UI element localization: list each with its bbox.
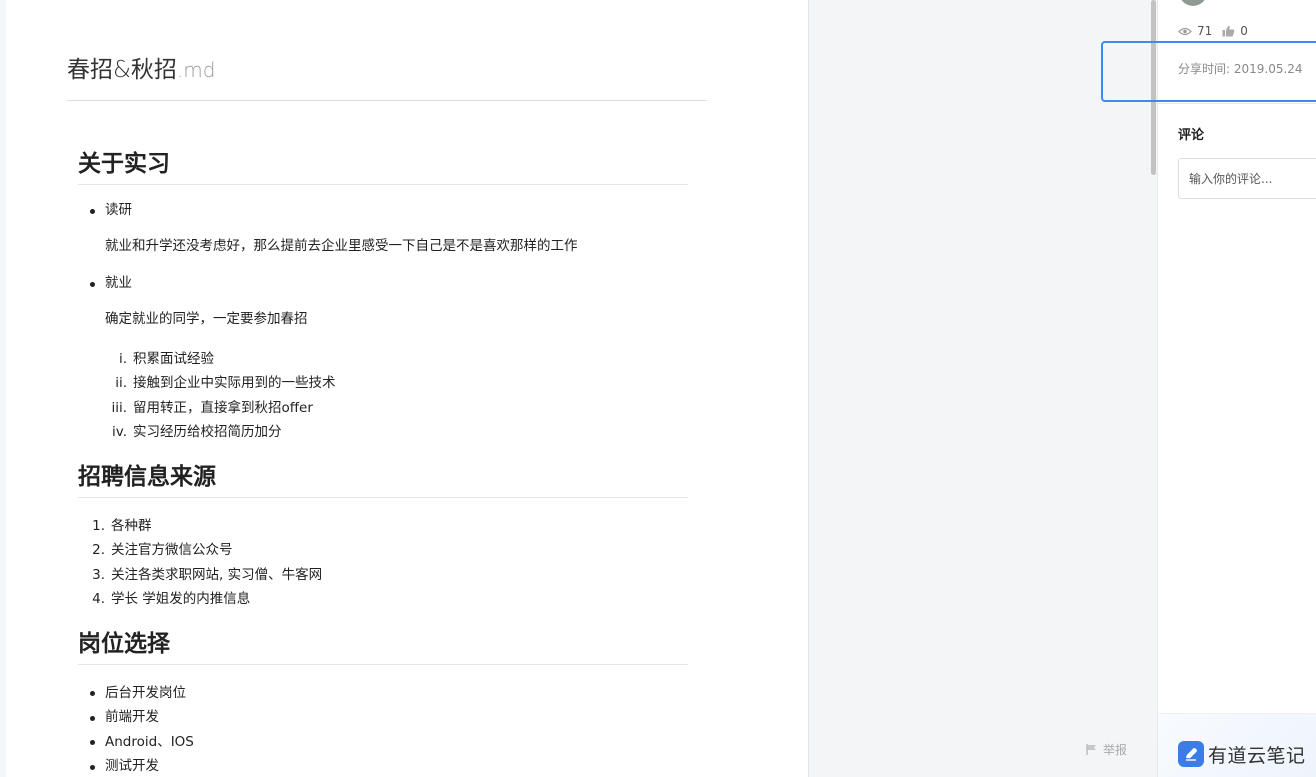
list-number: i. [118, 350, 127, 367]
thumbs-up-icon[interactable] [1222, 25, 1235, 37]
paragraph: 确定就业的同学，一定要参加春招 [105, 310, 308, 327]
list-item: 3. 关注各类求职网站, 实习僧、牛客网 [78, 563, 688, 588]
list-item: 后台开发岗位 [78, 681, 688, 706]
document-body: 关于实习 读研 就业和升学还没考虑好，那么提前去企业里感受一下自己是不是喜欢那样… [78, 148, 688, 777]
brand-name: 有道云笔记 [1208, 745, 1306, 767]
list-text: 关注官方微信公众号 [111, 542, 233, 559]
list-number: iii. [111, 399, 127, 416]
comments-title: 评论 [1178, 128, 1205, 143]
ordered-list: 1. 各种群 2. 关注官方微信公众号 3. 关注各类求职网站, 实习僧、牛客网 4.… [78, 514, 688, 612]
list-item: ii. 接触到企业中实际用到的一些技术 [78, 371, 688, 396]
list-number: 2. [92, 542, 105, 559]
list-text: 关注各类求职网站, 实习僧、牛客网 [111, 566, 323, 583]
divider [1158, 103, 1316, 104]
list-text: 接触到企业中实际用到的一些技术 [133, 375, 336, 392]
list-item: 测试开发 [78, 755, 688, 777]
avatar[interactable] [1179, 0, 1207, 6]
list-item: 就业 [78, 274, 688, 293]
list-number: 1. [92, 517, 105, 534]
brand-footer: 有道云笔记 [1158, 713, 1316, 777]
page-title: 春招&秋招.md [67, 50, 707, 101]
share-time: 分享时间: 2019.05.24 [1178, 62, 1303, 76]
list-item: 2. 关注官方微信公众号 [78, 538, 688, 563]
list-item: i. 积累面试经验 [78, 347, 688, 372]
section-heading-sources: 招聘信息来源 [78, 461, 688, 498]
list-number: ii. [115, 375, 127, 392]
scrollbar-thumb[interactable] [1151, 0, 1156, 175]
list-text: 积累面试经验 [133, 350, 214, 367]
eye-icon [1178, 27, 1192, 36]
paragraph: 就业和升学还没考虑好，那么提前去企业里感受一下自己是不是喜欢那样的工作 [105, 238, 578, 255]
list-text: 实习经历给校招简历加分 [133, 424, 282, 441]
document-title-extension: .md [176, 58, 216, 82]
note-stats: 71 0 [1178, 24, 1258, 38]
list-item: Android、IOS [78, 730, 688, 755]
list-number: 3. [92, 566, 105, 583]
list-text: 留用转正，直接拿到秋招offer [133, 399, 313, 416]
list-item: iv. 实习经历给校招简历加分 [78, 420, 688, 445]
comment-input[interactable] [1178, 158, 1316, 199]
flag-icon [1086, 744, 1096, 755]
report-label: 举报 [1103, 743, 1128, 757]
list-item: 读研 [78, 201, 688, 220]
sidebar: 71 0 分享时间: 2019.05.24 评论 有道云笔记 [1157, 0, 1316, 777]
document-title-name: 春招&秋招 [67, 57, 177, 83]
unordered-list: 后台开发岗位 前端开发 Android、IOS 测试开发 [78, 681, 688, 777]
document-page: 春招&秋招.md 关于实习 读研 就业和升学还没考虑好，那么提前去企业里感受一下… [6, 0, 809, 777]
section-heading-positions: 岗位选择 [78, 628, 688, 666]
list-item: 1. 各种群 [78, 514, 688, 539]
list-text: 各种群 [111, 517, 152, 534]
likes-count: 0 [1240, 24, 1248, 38]
list-text: 学长 学姐发的内推信息 [111, 591, 251, 608]
list-item: 前端开发 [78, 706, 688, 731]
list-number: 4. [92, 591, 105, 608]
section-heading-internship: 关于实习 [78, 148, 688, 186]
youdao-note-logo-icon [1178, 741, 1204, 767]
list-item: iii. 留用转正，直接拿到秋招offer [78, 396, 688, 421]
list-number: iv. [112, 424, 127, 441]
report-link[interactable]: 举报 [1086, 741, 1127, 758]
list-item: 4. 学长 学姐发的内推信息 [78, 587, 688, 612]
roman-list: i. 积累面试经验 ii. 接触到企业中实际用到的一些技术 iii. 留用转正，直接拿… [78, 347, 688, 445]
views-count: 71 [1197, 24, 1213, 38]
